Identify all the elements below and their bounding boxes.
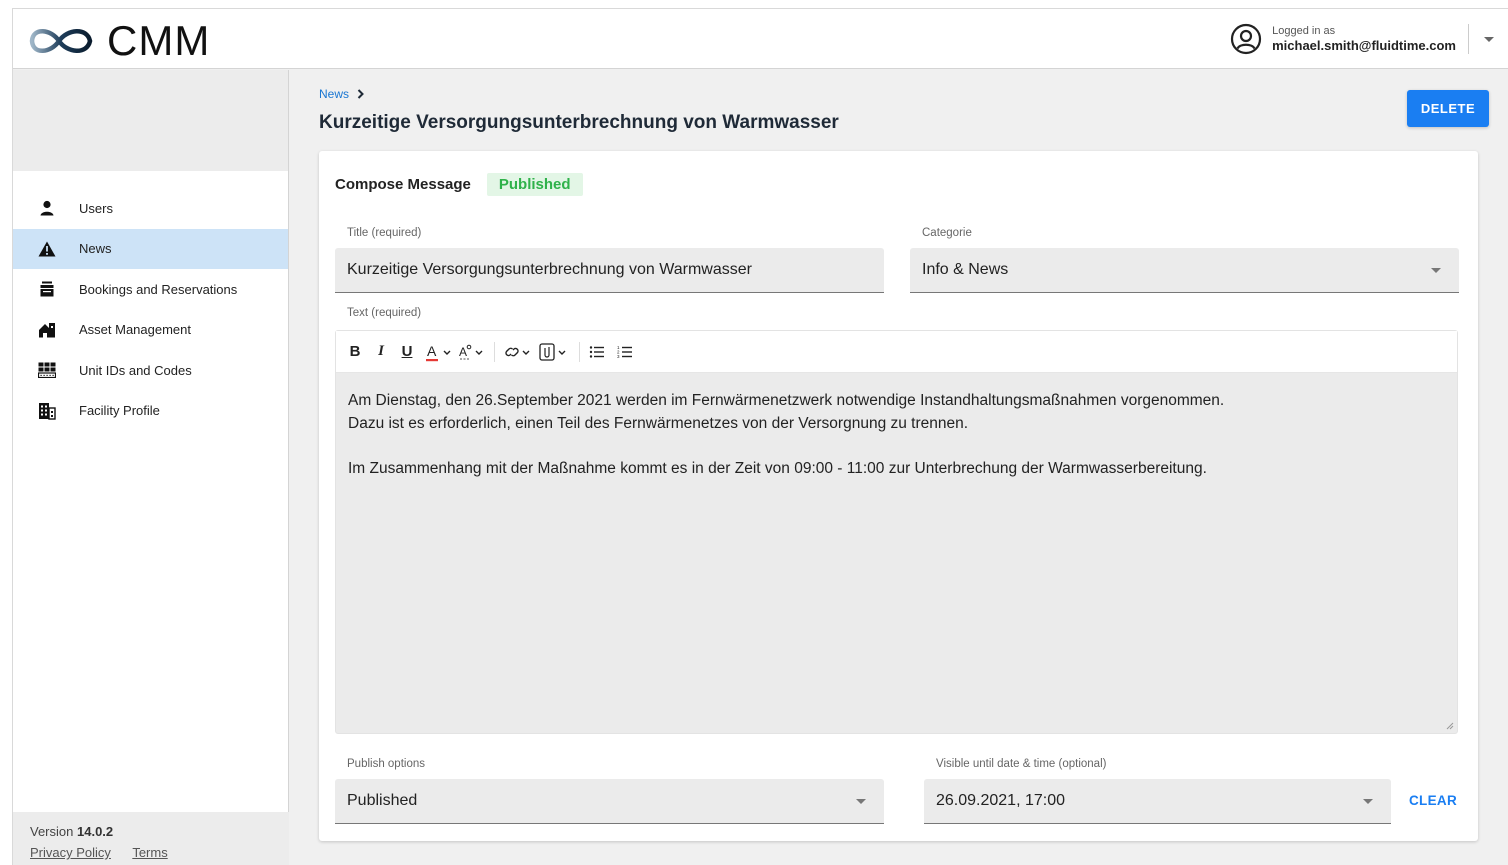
category-field-label: Categorie bbox=[922, 227, 972, 239]
privacy-policy-link[interactable]: Privacy Policy bbox=[30, 845, 111, 860]
sidebar-item-label: Users bbox=[79, 200, 113, 216]
text-color-icon[interactable]: A bbox=[426, 340, 452, 364]
sidebar-item-label: Bookings and Reservations bbox=[79, 281, 238, 297]
terms-link[interactable]: Terms bbox=[132, 845, 167, 860]
bold-icon[interactable]: B bbox=[348, 340, 362, 364]
sidebar-item-label: Facility Profile bbox=[79, 403, 160, 419]
visible-until-label: Visible until date & time (optional) bbox=[936, 758, 1107, 770]
status-badge: Published bbox=[486, 173, 583, 196]
sidebar-nav: Users News Bookings and Reservations Ass… bbox=[13, 188, 288, 431]
toolbar-divider bbox=[579, 341, 580, 362]
user-info: Logged in as michael.smith@fluidtime.com bbox=[1272, 25, 1456, 54]
sidebar-item-bookings[interactable]: Bookings and Reservations bbox=[13, 269, 288, 310]
page-title: Kurzeitige Versorgungsunterbrechnung von… bbox=[319, 112, 839, 133]
text-paragraph: Dazu ist es erforderlich, einen Teil des… bbox=[348, 414, 969, 432]
breadcrumb-news-link[interactable]: News bbox=[319, 87, 349, 101]
card-header: Compose Message Published bbox=[335, 173, 583, 196]
compose-card: Compose Message Published Title (require… bbox=[319, 151, 1478, 841]
sidebar-item-asset-management[interactable]: Asset Management bbox=[13, 310, 288, 351]
bookings-icon bbox=[38, 280, 56, 298]
app-window: CMM Logged in as michael.smith@fluidtime… bbox=[12, 8, 1508, 865]
text-paragraph: Am Dienstag, den 26.September 2021 werde… bbox=[348, 392, 1225, 409]
title-input[interactable]: Kurzeitige Versorgungsunterbrechnung von… bbox=[335, 248, 884, 293]
person-icon bbox=[38, 199, 56, 217]
version-number: 14.0.2 bbox=[77, 824, 114, 839]
rich-text-editor[interactable]: B I U A A 1 2 3 Am Dienstag, den 26.Sept… bbox=[335, 330, 1458, 734]
publish-options-label: Publish options bbox=[347, 758, 425, 770]
link-icon[interactable] bbox=[503, 340, 533, 364]
top-header: CMM Logged in as michael.smith@fluidtime… bbox=[13, 9, 1508, 69]
visible-until-value: 26.09.2021, 17:00 bbox=[936, 792, 1066, 809]
editor-content[interactable]: Am Dienstag, den 26.September 2021 werde… bbox=[336, 373, 1457, 497]
sidebar-footer: Version 14.0.2 Privacy Policy Terms bbox=[13, 812, 289, 865]
warning-icon bbox=[38, 240, 56, 258]
sidebar-item-label: News bbox=[79, 241, 112, 257]
compose-title: Compose Message bbox=[335, 176, 471, 193]
logged-in-caption: Logged in as bbox=[1272, 24, 1336, 37]
text-paragraph bbox=[348, 435, 1445, 458]
category-select-value: Info & News bbox=[922, 261, 1009, 278]
title-input-value: Kurzeitige Versorgungsunterbrechnung von… bbox=[347, 261, 752, 278]
sidebar-item-facility-profile[interactable]: Facility Profile bbox=[13, 391, 288, 432]
clear-button[interactable]: CLEAR bbox=[1409, 793, 1457, 808]
chevron-right-icon bbox=[357, 89, 364, 99]
chevron-down-icon bbox=[1484, 36, 1494, 42]
user-email: michael.smith@fluidtime.com bbox=[1272, 37, 1456, 53]
resize-handle-icon[interactable] bbox=[1444, 720, 1454, 730]
dropdown-arrow-icon bbox=[856, 799, 866, 804]
sidebar-item-label: Asset Management bbox=[79, 322, 192, 338]
title-field-label: Title (required) bbox=[347, 227, 422, 239]
dropdown-arrow-icon bbox=[1431, 268, 1441, 273]
publish-options-select[interactable]: Published bbox=[335, 779, 884, 824]
sidebar-header bbox=[13, 70, 288, 171]
infinity-logo-icon bbox=[29, 29, 93, 53]
sidebar-item-news[interactable]: News bbox=[13, 228, 288, 269]
text-paragraph: Im Zusammenhang mit der Maßnahme kommt e… bbox=[348, 459, 1207, 477]
sidebar: Users News Bookings and Reservations Ass… bbox=[13, 70, 289, 865]
main-content: News Kurzeitige Versorgungsunterbrechnun… bbox=[290, 70, 1508, 865]
attachment-icon[interactable] bbox=[539, 340, 569, 364]
underline-icon[interactable]: U bbox=[400, 340, 414, 364]
footer-links: Privacy Policy Terms bbox=[30, 845, 272, 860]
sidebar-item-users[interactable]: Users bbox=[13, 188, 288, 229]
svg-text:A: A bbox=[459, 345, 467, 359]
svg-text:A: A bbox=[427, 343, 437, 359]
svg-text:3: 3 bbox=[617, 354, 620, 359]
visible-until-input[interactable]: 26.09.2021, 17:00 bbox=[924, 779, 1391, 824]
sidebar-item-unit-ids[interactable]: Unit IDs and Codes bbox=[13, 350, 288, 391]
sidebar-item-label: Unit IDs and Codes bbox=[79, 362, 192, 378]
text-field-label: Text (required) bbox=[347, 307, 422, 319]
brand-name: CMM bbox=[107, 17, 211, 64]
editor-toolbar: B I U A A 1 2 3 bbox=[336, 331, 1457, 373]
italic-icon[interactable]: I bbox=[374, 340, 388, 364]
user-menu[interactable]: Logged in as michael.smith@fluidtime.com bbox=[1230, 9, 1508, 69]
category-select[interactable]: Info & News bbox=[910, 248, 1459, 293]
highlight-icon[interactable]: A bbox=[458, 340, 484, 364]
breadcrumb: News bbox=[319, 87, 364, 101]
dropdown-arrow-icon bbox=[1363, 799, 1373, 804]
bullet-list-icon[interactable] bbox=[588, 340, 606, 364]
publish-options-value: Published bbox=[347, 792, 418, 809]
keypad-icon bbox=[38, 361, 56, 379]
version-info: Version 14.0.2 bbox=[30, 824, 272, 839]
logo[interactable]: CMM bbox=[27, 17, 210, 65]
delete-button[interactable]: DELETE bbox=[1407, 90, 1489, 127]
version-label: Version bbox=[30, 824, 74, 839]
building-icon bbox=[38, 402, 56, 420]
user-menu-toggle[interactable] bbox=[1469, 9, 1508, 69]
toolbar-divider bbox=[494, 341, 495, 362]
account-circle-icon bbox=[1231, 23, 1262, 55]
numbered-list-icon[interactable]: 123 bbox=[616, 340, 634, 364]
asset-house-icon bbox=[38, 321, 56, 339]
